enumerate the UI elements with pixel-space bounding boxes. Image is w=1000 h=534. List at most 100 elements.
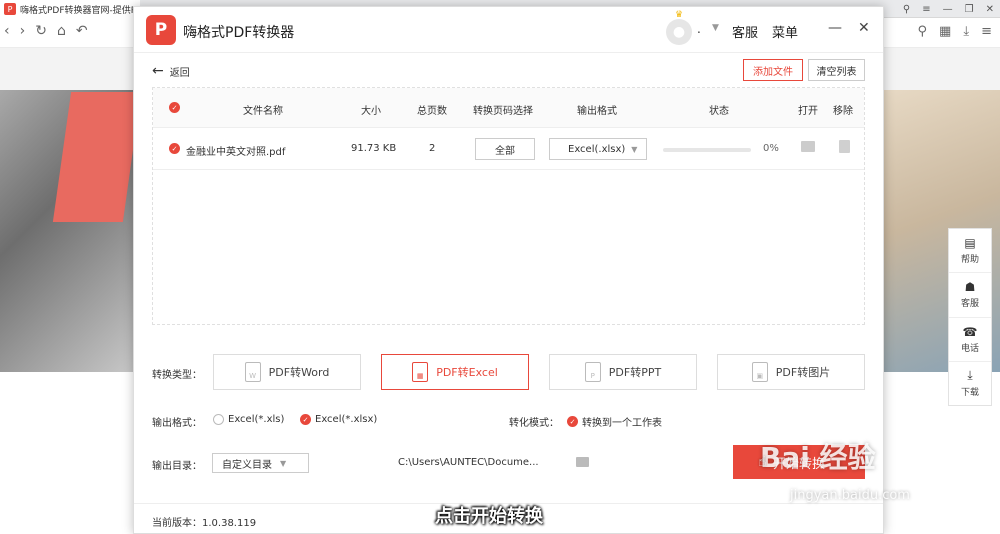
headset-icon: ☗ [964,280,976,295]
mode-label: 转化模式： [509,418,559,429]
column-header: 大小 [361,106,381,117]
hand-cursor-icon: ☝ [758,454,767,470]
radio-off-icon [213,414,224,425]
output-dir-value: 自定义目录 [222,459,272,471]
table-header: ✓ 文件名称 大小 总页数 转换页码选择 输出格式 状态 打开 移除 [153,88,864,128]
back-arrow-icon[interactable]: ‹ [4,23,10,39]
status-text: 0% [763,143,779,154]
tab-title: 嗨格式PDF转换器官网-提供P [20,5,137,16]
output-path: C:\Users\AUNTEC\Docume... [398,457,539,468]
page-select-button[interactable]: 全部 [475,138,535,160]
folder-icon[interactable] [801,141,815,152]
back-button[interactable]: ← 返回 [152,63,190,79]
chevron-down-icon: ▼ [280,458,287,468]
column-header: 文件名称 [243,106,283,117]
sidebar-item-label: 下载 [960,388,979,399]
file-table: ✓ 文件名称 大小 总页数 转换页码选择 输出格式 状态 打开 移除 ✓ 金融业… [152,87,865,325]
version-text: 当前版本：1.0.38.119 [152,518,257,529]
app-header: P 嗨格式PDF转换器 ♛ ● . ▼ 客服 菜单 — ✕ [134,7,883,53]
video-subtitle: 点击开始转换 [435,506,543,527]
watermark-logo: Bai 经验 [760,441,876,474]
format-option: Excel(*.xls) [228,414,285,425]
download-icon: ⤓ [967,368,973,383]
select-all-checkbox[interactable]: ✓ [169,102,180,113]
image-doc-icon: ▣ [751,362,768,382]
floating-sidebar: ▤ 帮助 ☗ 客服 ☎ 电话 ⤓ 下载 [948,228,992,406]
radio-on-icon: ✓ [300,414,311,425]
type-label: PDF转图片 [775,366,831,379]
radio-on-icon: ✓ [567,416,578,427]
minimize-icon[interactable]: — [943,4,953,15]
column-header: 输出格式 [577,106,617,117]
ppt-doc-icon: P [584,362,601,382]
browser-tab[interactable]: P 嗨格式PDF转换器官网-提供P [0,0,140,18]
column-header: 状态 [709,106,729,117]
folder-icon[interactable] [576,457,589,467]
book-icon: ▤ [964,236,976,251]
file-size: 91.73 KB [351,143,397,154]
close-icon[interactable]: ✕ [858,20,870,36]
chevron-down-icon[interactable]: ▼ [712,23,719,33]
progress-bar [663,148,751,152]
conversion-type-label: 转换类型： [152,370,202,381]
sidebar-item-label: 电话 [960,343,979,354]
output-format-value: Excel(.xlsx) [568,143,626,155]
back-arrow-icon: ← [152,63,164,79]
format-xlsx-radio[interactable]: ✓ Excel(*.xlsx) [300,414,377,425]
forward-arrow-icon[interactable]: › [20,23,26,39]
avatar[interactable]: ● [666,19,692,45]
undo-icon[interactable]: ↶ [76,23,88,39]
type-pdf-to-image[interactable]: ▣ PDF转图片 [717,354,865,390]
output-dir-select[interactable]: 自定义目录 ▼ [212,453,309,473]
file-name: 金融业中英文对照.pdf [186,147,286,158]
page-count: 2 [429,143,436,154]
type-pdf-to-ppt[interactable]: P PDF转PPT [549,354,697,390]
app-logo: P [146,15,176,45]
refresh-icon[interactable]: ↻ [35,23,47,39]
column-header: 转换页码选择 [473,106,533,117]
sidebar-item-label: 客服 [960,299,979,310]
table-row: ✓ 金融业中英文对照.pdf 91.73 KB 2 全部 Excel(.xlsx… [153,128,864,170]
row-checkbox[interactable]: ✓ [169,143,180,154]
type-label: PDF转PPT [608,366,662,379]
format-option: Excel(*.xlsx) [315,414,378,425]
add-file-button[interactable]: 添加文件 [743,59,803,81]
restore-icon[interactable]: ❐ [965,4,974,15]
format-xls-radio[interactable]: Excel(*.xls) [213,414,284,425]
sidebar-item-service[interactable]: ☗ 客服 [949,273,991,318]
apps-icon[interactable]: ▦ [939,24,951,39]
trash-icon[interactable] [839,140,850,153]
window-controls: ⚲ ≡ — ❐ ✕ [903,0,994,18]
download-icon[interactable]: ⤓ [963,24,969,39]
user-name[interactable]: . [697,22,701,36]
type-label: PDF转Word [268,366,330,379]
output-format-select[interactable]: Excel(.xlsx) ▼ [549,138,647,160]
column-header: 移除 [833,106,853,117]
word-doc-icon: W [244,362,261,382]
type-pdf-to-word[interactable]: W PDF转Word [213,354,361,390]
output-format-label: 输出格式： [152,418,202,429]
menu-link[interactable]: 菜单 [772,22,798,41]
menu-icon[interactable]: ≡ [922,4,930,15]
mode-option: 转换到一个工作表 [582,418,662,429]
minimize-icon[interactable]: — [828,20,842,36]
type-label: PDF转Excel [436,366,498,379]
home-icon[interactable]: ⌂ [57,23,66,39]
sidebar-item-help[interactable]: ▤ 帮助 [949,229,991,274]
sidebar-item-download[interactable]: ⤓ 下载 [949,362,991,405]
clear-list-button[interactable]: 清空列表 [808,59,865,81]
more-icon[interactable]: ≡ [981,24,992,39]
favicon-icon: P [4,3,16,15]
close-icon[interactable]: ✕ [986,4,994,15]
mode-single-sheet-radio[interactable]: ✓ 转换到一个工作表 [567,414,662,429]
search-icon[interactable]: ⚲ [918,24,928,39]
watermark-url: jingyan.baidu.com [790,488,910,503]
phone-icon: ☎ [962,324,978,339]
output-dir-label: 输出目录： [152,461,202,472]
excel-doc-icon: ▦ [412,362,429,382]
service-link[interactable]: 客服 [732,22,758,41]
pin-icon[interactable]: ⚲ [903,4,910,15]
sidebar-item-phone[interactable]: ☎ 电话 [949,318,991,362]
type-pdf-to-excel[interactable]: ▦ PDF转Excel [381,354,529,390]
app-title: 嗨格式PDF转换器 [183,25,295,41]
